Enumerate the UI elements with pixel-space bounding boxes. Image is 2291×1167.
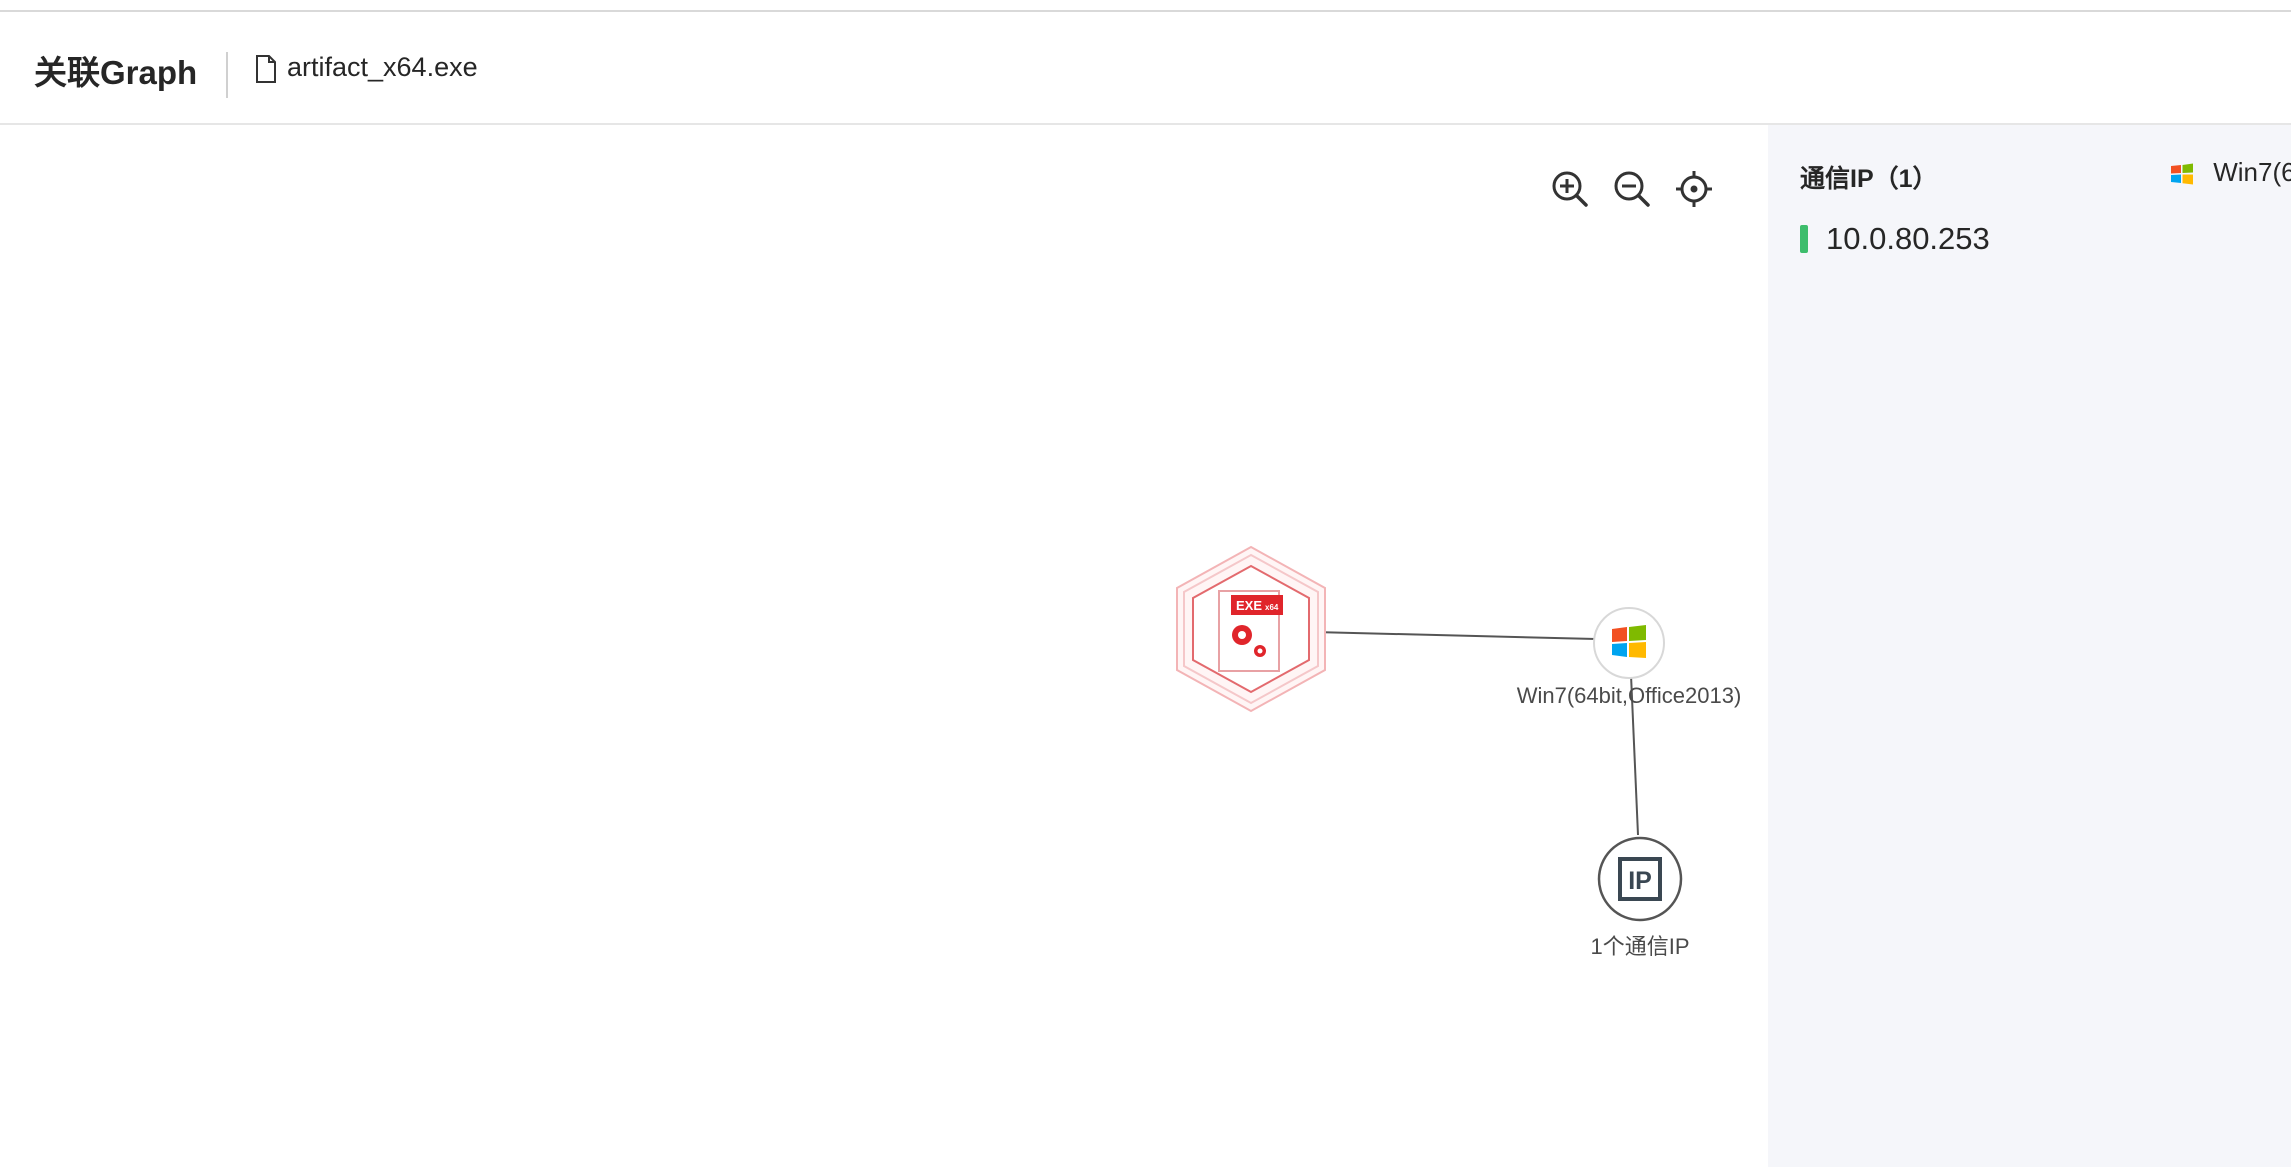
sidebar: 通信IP（1） Win7(6 10.0.80.253 — [1768, 125, 2291, 1167]
ip-node-label: 1个通信IP — [1590, 934, 1690, 959]
exe-file-icon: EXE x64 — [1218, 590, 1283, 672]
ip-address: 10.0.80.253 — [1826, 221, 1990, 256]
ip-node[interactable]: IP — [1597, 836, 1683, 922]
sidebar-title: 通信IP（1） — [1800, 165, 1938, 193]
ip-status-bar — [1800, 225, 1808, 253]
sidebar-os-label: Win7(6 — [2213, 157, 2291, 187]
file-icon — [256, 55, 276, 83]
header: 关联Graph artifact_x64.exe — [0, 12, 2291, 125]
graph-svg: EXE x64 IP — [1176, 545, 1683, 922]
title-divider — [226, 52, 228, 98]
exe-node[interactable]: EXE x64 — [1176, 545, 1326, 713]
file-name: artifact_x64.exe — [287, 52, 478, 82]
exe-badge-sub: x64 — [1265, 603, 1279, 612]
graph-canvas[interactable]: EXE x64 IP Win7(64bit,Office2013) 1个通信IP — [0, 125, 1768, 1167]
page-title: 关联Graph — [34, 54, 198, 91]
os-node[interactable] — [1593, 607, 1665, 679]
ip-glyph: IP — [1628, 867, 1652, 895]
window-top-strip — [0, 0, 2291, 12]
edge-exe-os — [1313, 631, 1597, 640]
os-node-label: Win7(64bit,Office2013) — [1516, 683, 1742, 708]
exe-badge-main: EXE — [1236, 598, 1262, 613]
sidebar-os-tab[interactable]: Win7(6 — [2170, 157, 2291, 188]
windows-logo-icon — [2171, 163, 2193, 185]
